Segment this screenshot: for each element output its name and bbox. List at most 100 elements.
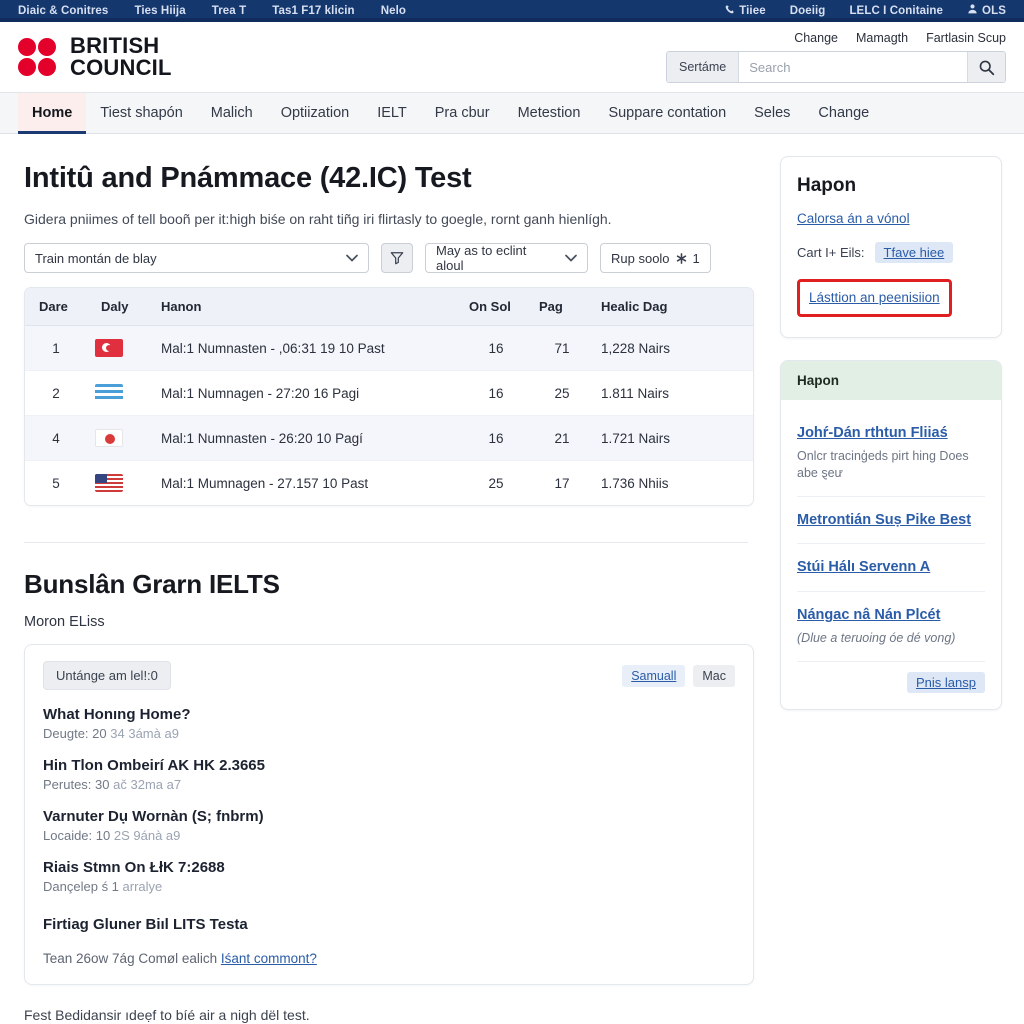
col-header-on-sol[interactable]: On Sol — [461, 288, 531, 326]
results-table: Dare Daly Hanon On Sol Pag Healic Dag 1 — [25, 288, 753, 505]
panel-header: Untánge am lel!:0 Samuall Mac — [43, 661, 735, 690]
filter-secondary-select[interactable]: May as to eclint aloul — [425, 243, 588, 273]
brand-wordmark: BRITISH COUNCIL — [70, 34, 172, 80]
chevron-down-icon — [565, 254, 577, 262]
search-scope-select[interactable]: Sertáme — [667, 52, 740, 82]
news-body: Onlcr tracinģeds pirt hing Does abe ȿeư — [797, 448, 969, 480]
nav-item-metestion[interactable]: Metestion — [504, 93, 595, 133]
brand-logo[interactable]: BRITISH COUNCIL — [18, 34, 172, 80]
nav-item-pra-cbur[interactable]: Pra cbur — [421, 93, 504, 133]
filter-pill-button[interactable]: Rup soolo 1 — [600, 243, 711, 273]
search-submit-button[interactable] — [967, 52, 1005, 82]
cell-on-sol: 25 — [488, 475, 504, 491]
list-item[interactable]: Stúi Hálı Servenn A — [797, 544, 985, 593]
panel-actions: Samuall Mac — [622, 664, 735, 687]
nav-item-change[interactable]: Change — [804, 93, 883, 133]
page-title: Intitû and Pnámmace (42.IC) Test — [24, 162, 472, 194]
list-item[interactable]: Nángac nâ Nán Plcét (Dlue a teruoing óe … — [797, 592, 985, 662]
top-right-link-phone[interactable]: Tiiee — [725, 4, 766, 17]
col-header-rank[interactable]: Dare — [25, 288, 87, 326]
panel-footer-link[interactable]: Iśant commont? — [221, 951, 317, 966]
top-right-link-2[interactable]: LELC I Conitaine — [849, 5, 943, 17]
cart-label: Cart I+ Eils: — [797, 245, 865, 260]
filter-funnel-button[interactable] — [381, 243, 413, 273]
top-link-0[interactable]: Diaic & Conitres — [18, 5, 108, 17]
list-item[interactable]: Riais Stmn On ŁłK 7:2688 Dançelep ś 1 ar… — [43, 859, 735, 894]
list-item[interactable]: Hin Tlon Ombeirí AK HK 2.3665 Perutes: 3… — [43, 757, 735, 792]
results-table-card: Dare Daly Hanon On Sol Pag Healic Dag 1 — [24, 287, 754, 506]
top-link-1[interactable]: Ties Hiija — [134, 5, 185, 17]
utility-link-manage[interactable]: Mamagth — [856, 31, 908, 45]
panel-action-secondary[interactable]: Mac — [693, 664, 735, 687]
section-divider — [24, 542, 748, 543]
entry-title: Hin Tlon Ombeirí AK HK 2.3665 — [43, 757, 265, 774]
table-header-row: Dare Daly Hanon On Sol Pag Healic Dag — [25, 288, 753, 326]
table-row[interactable]: 1 Mal:1 Numnasten - ,06:31 19 10 Past 16… — [25, 325, 753, 371]
col-header-healic-dag[interactable]: Healic Dag — [593, 288, 753, 326]
table-body: 1 Mal:1 Numnasten - ,06:31 19 10 Past 16… — [25, 325, 753, 506]
list-item[interactable]: Varnuter Dụ Wornàn (S; fnbrm) Locaide: 1… — [43, 808, 735, 843]
cell-healic-dag: 1.811 Nairs — [593, 370, 753, 416]
entry-meta-value: 10 — [95, 828, 111, 843]
top-right-link-1[interactable]: Doeiig — [790, 5, 826, 17]
news-footer-link[interactable]: Pnis lansp — [907, 672, 985, 693]
col-header-flag[interactable]: Daly — [87, 288, 153, 326]
masthead-right: Change Mamagth Fartlasin Scup Sertáme — [666, 31, 1006, 83]
list-item[interactable]: Johŕ-Dán rthtun Fliiaś Onlcr tracinģeds … — [797, 410, 985, 497]
entry-meta-value: ś 1 — [101, 879, 119, 894]
entry-meta-label: Locaide: — [43, 828, 93, 843]
cell-pag: 25 — [531, 370, 593, 416]
highlighted-link[interactable]: Lásttion an peenisiion — [809, 290, 940, 305]
phone-icon — [725, 4, 735, 14]
cell-flag — [87, 461, 153, 506]
panel-tag[interactable]: Untánge am lel!:0 — [43, 661, 171, 690]
col-header-name[interactable]: Hanon — [153, 288, 461, 326]
account-card-title: Hapon — [797, 175, 857, 196]
nav-item-home[interactable]: Home — [18, 93, 87, 134]
account-card-body: Hapon Calorsa án a vónol Cart I+ Eils: T… — [781, 157, 1001, 337]
top-utility-bar: Diaic & Conitres Ties Hiija Trea T Tas1 … — [0, 0, 1024, 18]
utility-link-change[interactable]: Change — [794, 31, 838, 45]
nav-item-ielt[interactable]: IELT — [363, 93, 421, 133]
col-header-pag[interactable]: Pag — [531, 288, 593, 326]
utility-link-signup[interactable]: Fartlasin Scup — [926, 31, 1006, 45]
page-tail-text: Fest Bedidansir ıdeẹf to bíé air a nigh … — [24, 1007, 310, 1023]
filters-row: Train montán de blay May as to eclint al… — [24, 243, 754, 273]
top-link-2[interactable]: Trea T — [212, 5, 246, 17]
filter-primary-select[interactable]: Train montán de blay — [24, 243, 369, 273]
top-link-3[interactable]: Tas1 F17 klicin — [272, 5, 354, 17]
panel-action-primary[interactable]: Samuall — [622, 664, 686, 687]
cart-row: Cart I+ Eils: Tfave hiee — [797, 242, 985, 263]
account-card-link[interactable]: Calorsa án a vónol — [797, 211, 910, 226]
cell-name: Mal:1 Numnasten - ,06:31 19 10 Past — [153, 325, 461, 371]
search-input[interactable] — [739, 52, 967, 82]
news-heading[interactable]: Stúi Hálı Servenn A — [797, 558, 985, 577]
nav-item-test-shapon[interactable]: Tiest shapón — [86, 93, 196, 133]
entry-meta: Locaide: 10 2S 9ánà a9 — [43, 828, 735, 843]
cell-on-sol: 16 — [461, 325, 531, 371]
top-utility-right: Tiiee Doeiig LELC I Conitaine OLS — [725, 3, 1006, 17]
news-heading[interactable]: Metrontián Suṣ Pike Best — [797, 511, 985, 530]
table-row[interactable]: 4 Mal:1 Numnasten - 26:20 10 Pagí 16 21 … — [25, 415, 753, 461]
cell-pag: 71 — [531, 325, 593, 371]
highlighted-link-box[interactable]: Lásttion an peenisiion — [797, 279, 952, 317]
nav-item-malich[interactable]: Malich — [197, 93, 267, 133]
entry-meta-label: Dançelep — [43, 879, 98, 894]
table-row[interactable]: 5 Mal:1 Mumnagen - 27.157 10 Past 25 17 … — [25, 460, 753, 506]
nav-item-optiization[interactable]: Optiization — [267, 93, 364, 133]
cell-rank: 2 — [25, 370, 87, 416]
cell-healic-dag: 1.721 Nairs — [593, 415, 753, 461]
nav-item-seles[interactable]: Seles — [740, 93, 804, 133]
list-item[interactable]: Metrontián Suṣ Pike Best — [797, 497, 985, 545]
cell-name: Mal:1 Numnagen - 27:20 16 Pagi — [153, 370, 461, 416]
cart-chip-link[interactable]: Tfave hiee — [874, 242, 954, 263]
news-heading[interactable]: Nángac nâ Nán Plcét — [797, 606, 985, 625]
nav-item-suppare-contation[interactable]: Suppare contation — [594, 93, 740, 133]
top-link-4[interactable]: Nelo — [381, 5, 406, 17]
table-row[interactable]: 2 Mal:1 Numnagen - 27:20 16 Pagi 16 25 1… — [25, 370, 753, 416]
news-heading[interactable]: Johŕ-Dán rthtun Fliiaś — [797, 424, 985, 443]
entry-meta: Perutes: 30 ač 32ma a7 — [43, 777, 735, 792]
masthead: BRITISH COUNCIL Change Mamagth Fartlasin… — [0, 22, 1024, 92]
list-item[interactable]: What Honıng Home? Deugte: 20 34 3ámà a9 — [43, 706, 735, 741]
top-right-link-user[interactable]: OLS — [967, 3, 1006, 17]
